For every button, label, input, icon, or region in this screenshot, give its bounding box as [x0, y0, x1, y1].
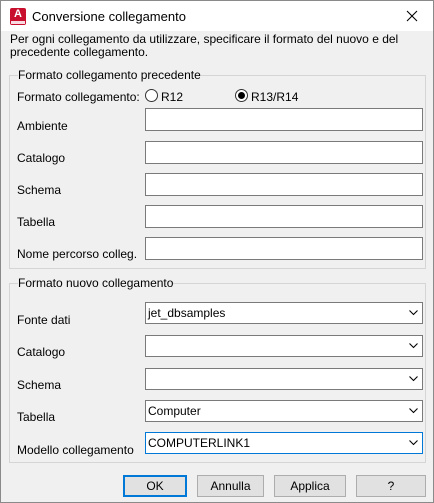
autocad-app-icon: A	[10, 8, 26, 25]
link-format-label: Formato collegamento:	[17, 90, 140, 104]
radio-r13-r14-label[interactable]: R13/R14	[251, 90, 298, 104]
old-schema-input[interactable]	[145, 173, 423, 196]
old-catalogo-label: Catalogo	[17, 151, 66, 165]
old-ambiente-label: Ambiente	[17, 119, 68, 133]
new-link-legend: Formato nuovo collegamento	[18, 276, 174, 290]
dialog-window: A Conversione collegamento Per ogni coll…	[0, 0, 434, 503]
new-schema-select[interactable]	[145, 368, 423, 390]
apply-button[interactable]: Applica	[274, 475, 346, 497]
new-tabella-label: Tabella	[17, 410, 56, 424]
radio-r13-r14[interactable]	[235, 89, 248, 102]
new-catalogo-label: Catalogo	[17, 345, 66, 359]
radio-r12-label[interactable]: R12	[161, 90, 183, 104]
help-button[interactable]: ?	[356, 475, 426, 497]
close-button[interactable]	[395, 3, 429, 29]
old-schema-label: Schema	[17, 183, 62, 197]
instructions-text: Per ogni collegamento da utilizzare, spe…	[10, 32, 399, 59]
new-tabella-select[interactable]: Computer	[145, 400, 423, 422]
old-percorso-label: Nome percorso colleg.	[17, 247, 138, 261]
chevron-down-icon	[409, 440, 418, 446]
old-percorso-input[interactable]	[145, 237, 423, 260]
new-fonte-value: jet_dbsamples	[148, 306, 226, 320]
old-tabella-label: Tabella	[17, 215, 56, 229]
title-bar: A Conversione collegamento	[1, 1, 433, 31]
new-tabella-value: Computer	[148, 404, 201, 418]
new-fonte-select[interactable]: jet_dbsamples	[145, 302, 423, 324]
chevron-down-icon	[409, 310, 418, 316]
new-modello-label: Modello collegamento	[17, 443, 134, 457]
cancel-button[interactable]: Annulla	[197, 475, 264, 497]
window-title: Conversione collegamento	[32, 9, 186, 24]
new-schema-label: Schema	[17, 378, 62, 392]
chevron-down-icon	[409, 408, 418, 414]
old-ambiente-input[interactable]	[145, 108, 423, 131]
new-fonte-label: Fonte dati	[17, 313, 71, 327]
new-modello-value: COMPUTERLINK1	[148, 436, 251, 450]
old-catalogo-input[interactable]	[145, 141, 423, 164]
close-icon	[406, 10, 418, 22]
chevron-down-icon	[409, 343, 418, 349]
new-modello-select[interactable]: COMPUTERLINK1	[145, 432, 423, 454]
new-catalogo-select[interactable]	[145, 335, 423, 357]
chevron-down-icon	[409, 376, 418, 382]
radio-selected-dot	[238, 92, 245, 99]
ok-button[interactable]: OK	[123, 475, 187, 497]
radio-r12[interactable]	[145, 89, 158, 102]
old-link-legend: Formato collegamento precedente	[18, 68, 201, 82]
old-tabella-input[interactable]	[145, 205, 423, 228]
